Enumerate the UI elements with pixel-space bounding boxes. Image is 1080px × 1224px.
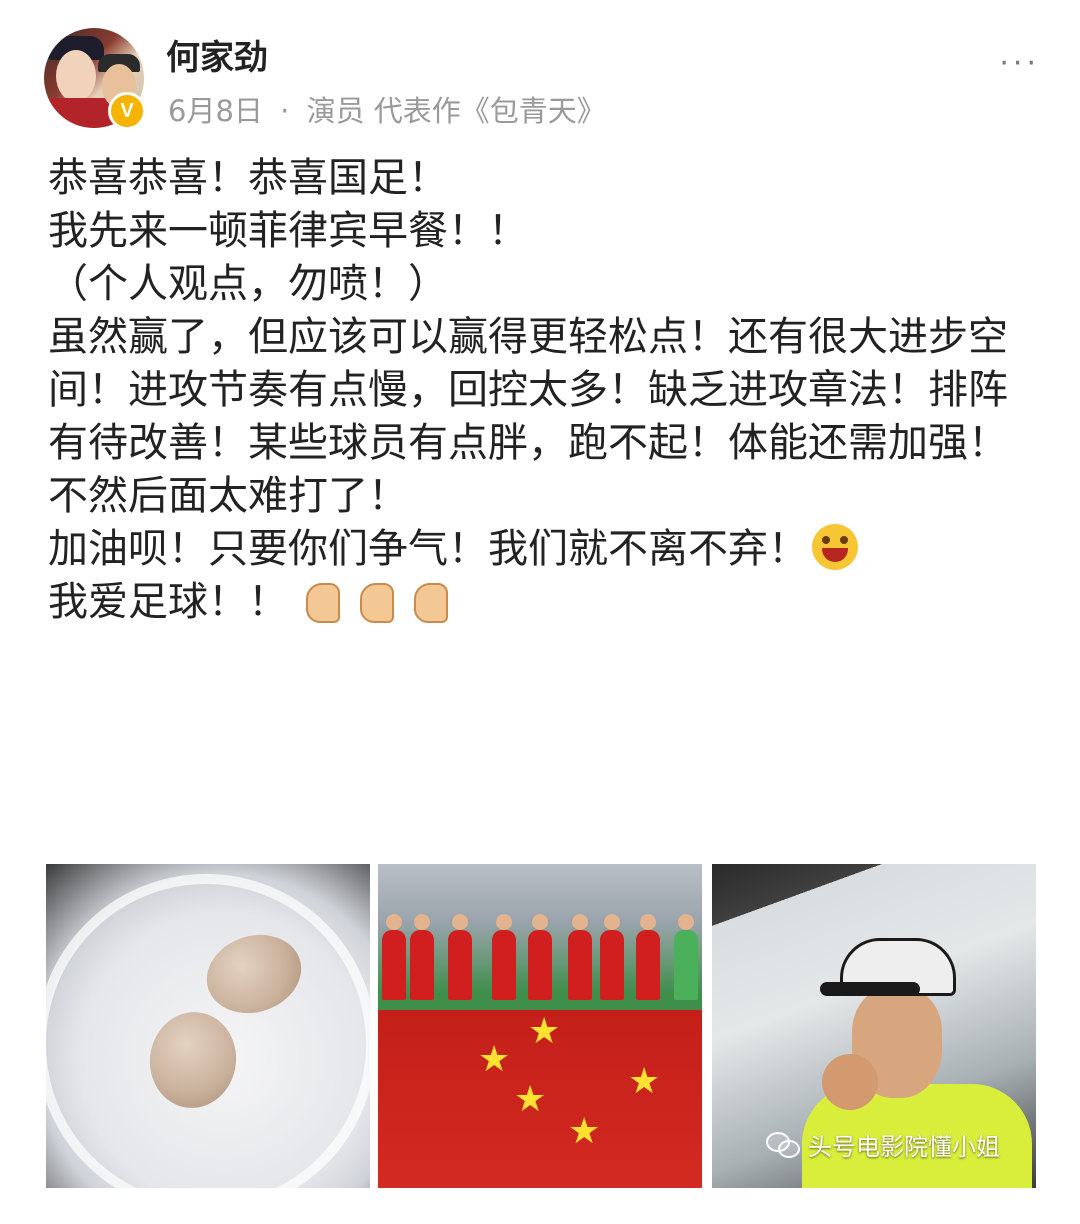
watermark-text: 头号电影院懂小姐 — [808, 1133, 1000, 1161]
post-header: V 何家劲 6月8日 · 演员 代表作《包青天》 ··· — [0, 0, 1080, 140]
content-line: 恭喜恭喜！恭喜国足！ — [48, 155, 448, 201]
more-options-button[interactable]: ··· — [999, 46, 1040, 81]
flexed-biceps-icon — [302, 579, 342, 623]
meta-separator: · — [280, 94, 290, 128]
wechat-icon — [766, 1131, 800, 1158]
post-meta: 6月8日 · 演员 代表作《包青天》 — [168, 88, 606, 130]
grinning-wink-emoji-icon — [812, 524, 858, 570]
content-line: 加油呗！只要你们争气！我们就不离不弃！ — [48, 526, 808, 572]
content-line-with-emoji: 我爱足球！！ — [48, 576, 1038, 629]
content-line: （个人观点，勿喷！） — [48, 261, 448, 307]
flexed-biceps-icon — [410, 579, 450, 623]
watermark: 头号电影院懂小姐 — [766, 1127, 1000, 1162]
photo-team-with-flag[interactable]: ★ ★ ★ ★ ★ — [378, 864, 702, 1188]
post-content: 恭喜恭喜！恭喜国足！ 我先来一顿菲律宾早餐！！ （个人观点，勿喷！） 虽然赢了，… — [48, 152, 1038, 629]
author-avatar[interactable]: V — [44, 28, 146, 130]
content-line: 我先来一顿菲律宾早餐！！ — [48, 208, 528, 254]
author-bio: 演员 代表作《包青天》 — [306, 94, 606, 128]
author-name[interactable]: 何家劲 — [166, 30, 268, 79]
post-date: 6月8日 — [168, 94, 263, 128]
content-line: 我爱足球！！ — [48, 579, 288, 625]
verified-badge-icon: V — [108, 92, 146, 130]
content-paragraph: 虽然赢了，但应该可以赢得更轻松点！还有很大进步空间！进攻节奏有点慢，回控太多！缺… — [48, 314, 1008, 519]
photo-grid: ★ ★ ★ ★ ★ 头号电影院懂小姐 — [46, 864, 1036, 1188]
photo-eggs-on-plate[interactable] — [46, 864, 370, 1188]
flexed-biceps-icon — [356, 579, 396, 623]
content-line-with-emoji: 加油呗！只要你们争气！我们就不离不弃！ — [48, 523, 1038, 576]
